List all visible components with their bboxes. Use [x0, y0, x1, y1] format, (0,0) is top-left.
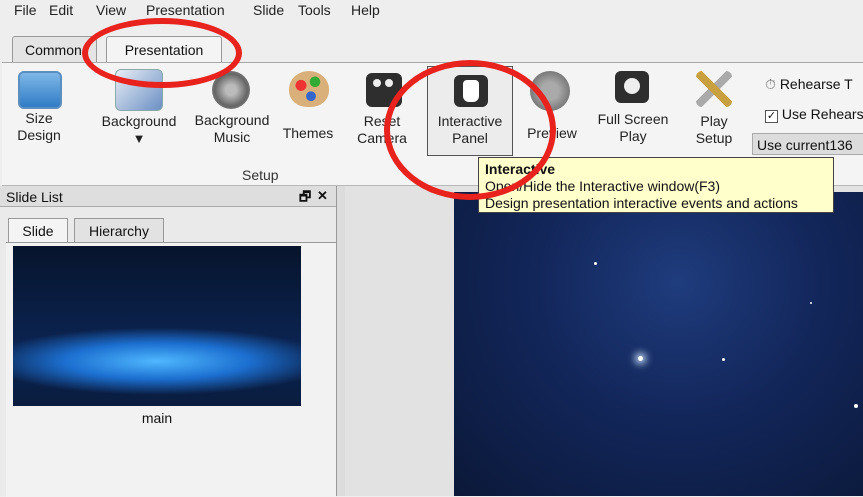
- star: [722, 358, 725, 361]
- annotation-circle: [384, 60, 556, 200]
- splitter[interactable]: [337, 186, 345, 496]
- annotation-circle: [82, 18, 242, 88]
- palette-icon: [289, 71, 329, 107]
- tooltip-line: Design presentation interactive events a…: [485, 195, 798, 211]
- slide-caption: main: [141, 410, 173, 426]
- play-setup-button[interactable]: Play Setup: [686, 113, 742, 147]
- star: [638, 356, 643, 361]
- slide-list-panel: Slide List 🗗 ✕ Slide Hierarchy main: [0, 186, 337, 497]
- tab-hierarchy[interactable]: Hierarchy: [74, 218, 164, 242]
- themes-button[interactable]: Themes: [277, 125, 339, 142]
- slide-list-header: Slide List 🗗 ✕: [0, 186, 336, 207]
- use-rehearse-checkbox[interactable]: ✓ Use Rehears: [765, 106, 863, 123]
- float-icon[interactable]: 🗗: [299, 188, 311, 210]
- use-current-field[interactable]: Use current136: [752, 133, 863, 155]
- menu-help[interactable]: Help: [351, 2, 380, 18]
- star: [594, 262, 597, 265]
- full-screen-play-button[interactable]: Full Screen Play: [588, 111, 678, 145]
- menu-tools[interactable]: Tools: [298, 2, 331, 18]
- group-label-setup: Setup: [242, 167, 279, 183]
- slide-thumbnail[interactable]: [13, 246, 301, 406]
- size-design-button[interactable]: Size Design: [14, 110, 64, 144]
- slide-canvas[interactable]: [454, 192, 863, 496]
- menu-file[interactable]: File: [14, 2, 37, 18]
- tools-icon: [696, 71, 732, 107]
- star: [810, 302, 812, 304]
- rehearse-button[interactable]: ⏱ Rehearse T: [765, 76, 863, 93]
- tab-slide[interactable]: Slide: [8, 218, 68, 242]
- menu-edit[interactable]: Edit: [49, 2, 73, 18]
- chevron-down-icon[interactable]: ▼: [94, 130, 184, 147]
- menu-view[interactable]: View: [96, 2, 126, 18]
- star: [854, 404, 858, 408]
- menu-slide[interactable]: Slide: [253, 2, 284, 18]
- close-icon[interactable]: ✕: [317, 188, 328, 204]
- monitor-icon: [18, 71, 62, 109]
- fullscreen-play-icon: [615, 71, 649, 103]
- checkbox-checked-icon[interactable]: ✓: [765, 110, 778, 123]
- menu-presentation[interactable]: Presentation: [146, 2, 225, 18]
- background-music-button[interactable]: Background Music: [187, 112, 277, 146]
- tooltip-line: Open/Hide the Interactive window(F3): [485, 178, 720, 194]
- stopwatch-icon: ⏱: [765, 76, 776, 92]
- slide-list-title: Slide List: [6, 189, 63, 205]
- background-button[interactable]: Background ▼: [94, 113, 184, 147]
